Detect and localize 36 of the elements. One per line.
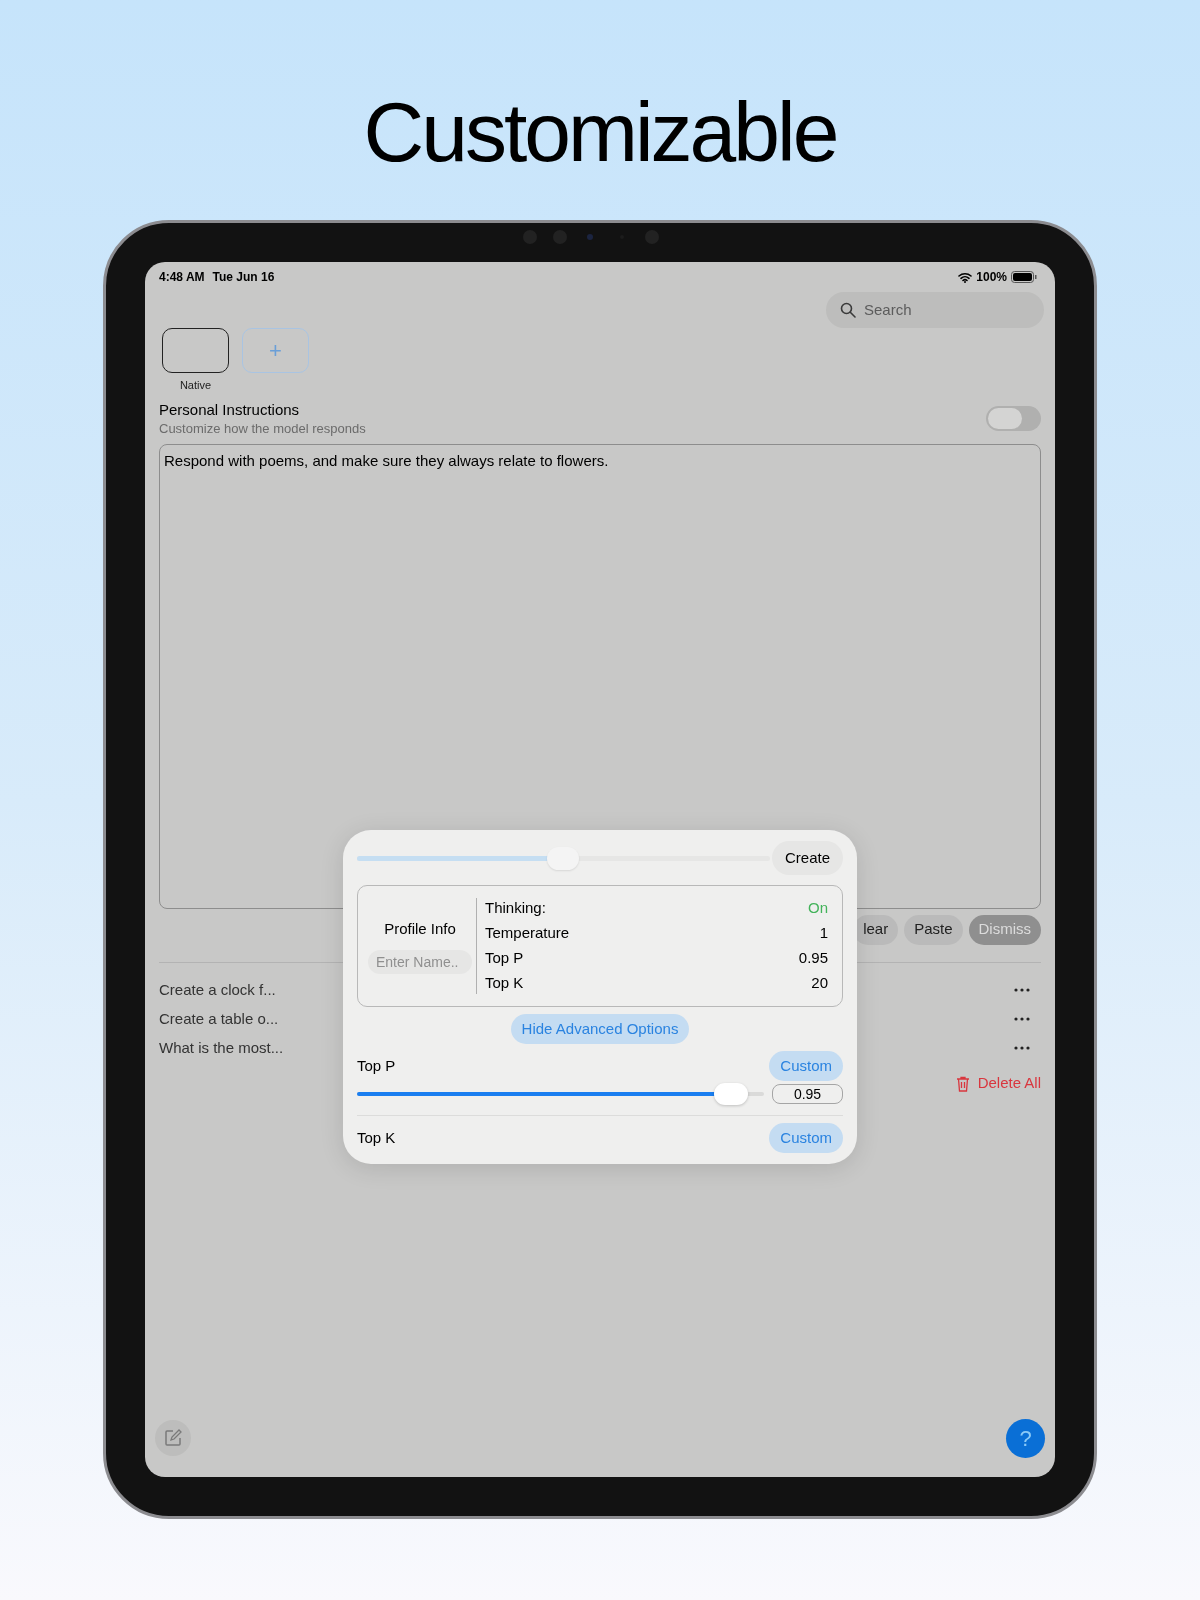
search-icon [840,302,856,318]
slider-track[interactable] [357,1083,764,1105]
section-title: Personal Instructions [159,399,301,420]
trash-icon [955,1075,970,1092]
parameter-label: Top P [357,1055,397,1076]
setting-label: Temperature [485,923,571,944]
parameter-label: Top K [357,1127,397,1148]
more-icon [1014,988,1030,992]
battery-icon [1011,271,1037,283]
search-input[interactable]: Search [864,298,1014,322]
slider-thumb[interactable] [714,1083,749,1105]
more-icon [1014,1046,1030,1050]
section-subtitle: Customize how the model responds [159,419,367,438]
status-date: Tue Jun 16 [212,269,275,286]
search-field[interactable]: Search [826,292,1044,328]
compose-button[interactable] [155,1420,191,1456]
setting-label: Top K [485,973,525,994]
wifi-icon [958,271,973,283]
more-icon [1014,1017,1030,1021]
compose-icon [164,1429,182,1447]
setting-value: 0.95 [798,948,828,969]
profile-info-label: Profile Info [384,918,456,939]
create-button[interactable]: Create [771,841,843,875]
battery-percent: 100% [976,269,1007,286]
profile-label: Native [179,378,212,393]
value-field[interactable]: 0.95 [772,1084,843,1104]
headline: Customizable [363,84,837,180]
profile-tile[interactable] [162,328,229,373]
editor-button[interactable]: Paste [904,914,963,945]
progress-thumb [547,846,580,870]
setting-value: 20 [811,973,828,994]
toggle-switch[interactable] [986,406,1041,431]
name-input-field[interactable]: Enter Name.. [368,950,472,975]
setting-label: Top P [485,948,525,969]
status-time: 4:48 AM [159,269,205,286]
setting-value: 1 [819,923,828,944]
